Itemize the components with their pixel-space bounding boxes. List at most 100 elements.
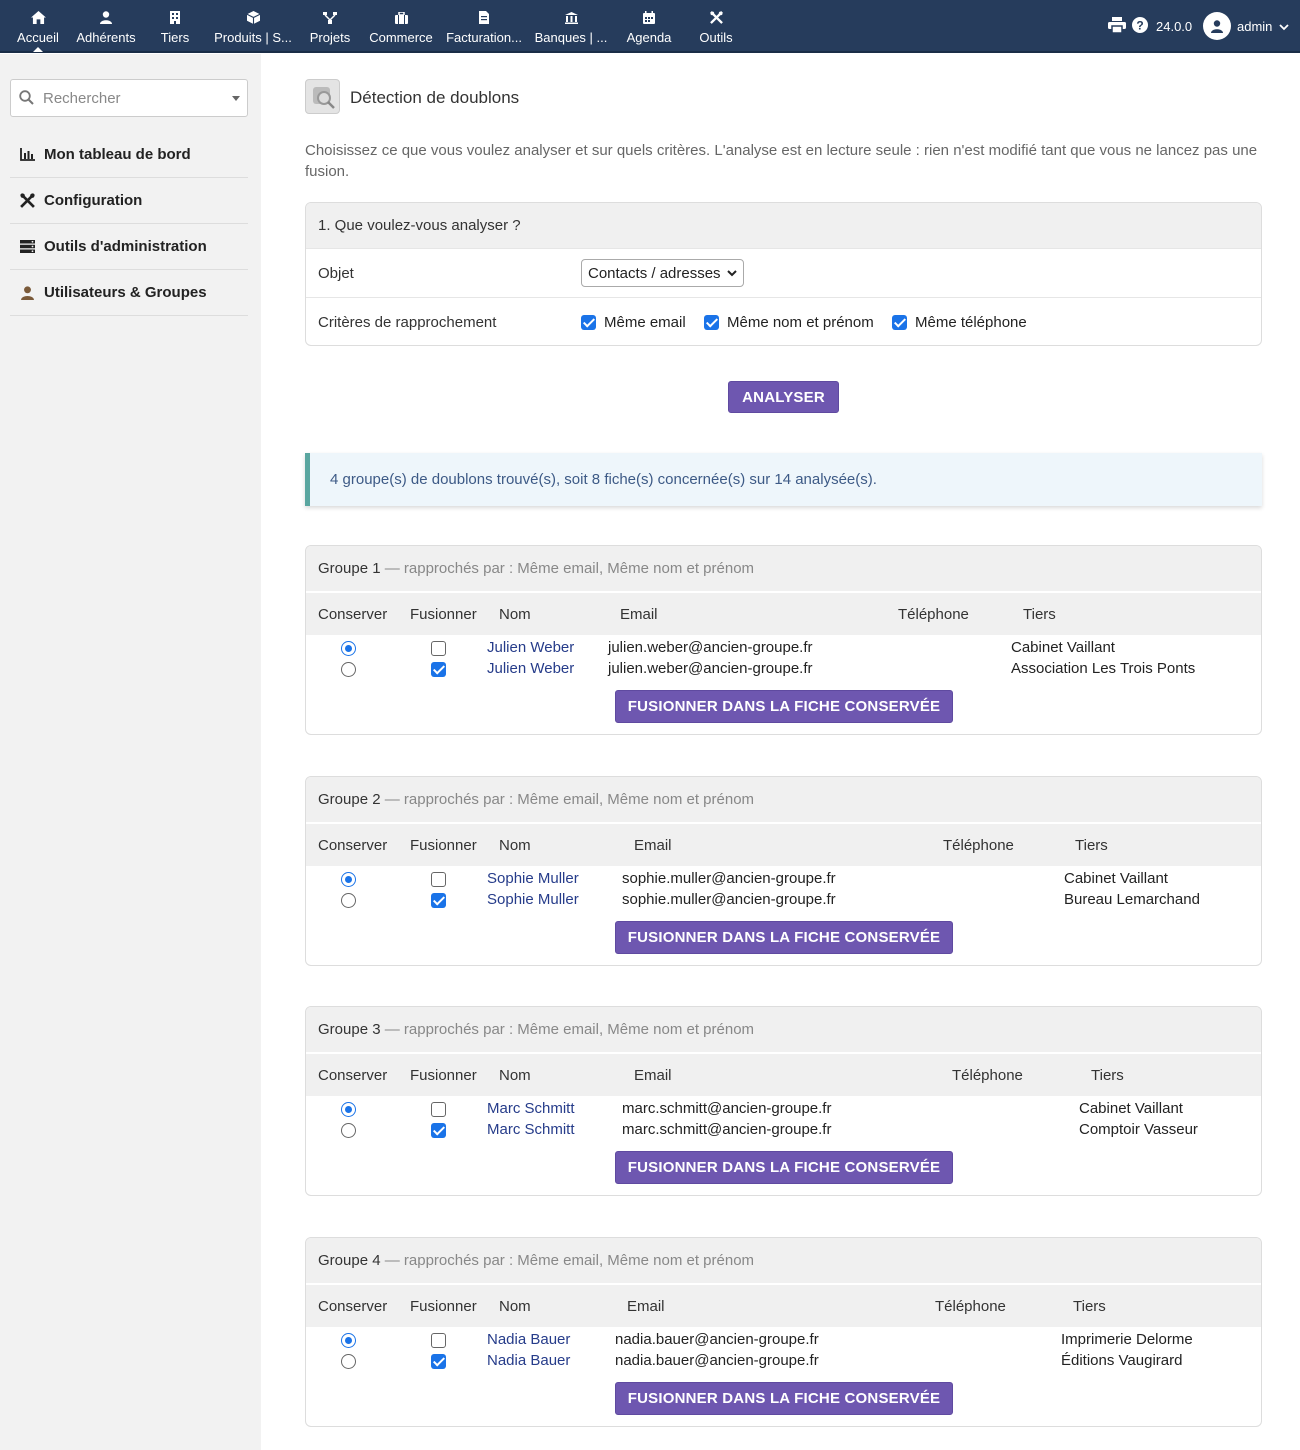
contact-name-link[interactable]: Sophie Muller — [487, 891, 579, 908]
duplicate-detection-icon — [305, 79, 340, 114]
nav-billing[interactable]: Facturation... — [443, 0, 525, 52]
col-thirdparty: Tiers — [1023, 606, 1056, 623]
contact-name-link[interactable]: Nadia Bauer — [487, 1331, 570, 1348]
merge-checkbox[interactable] — [431, 872, 446, 887]
intro-text: Choisissez ce que vous voulez analyser e… — [305, 142, 1258, 180]
keep-radio[interactable] — [341, 1333, 356, 1348]
merge-button[interactable]: FUSIONNER DANS LA FICHE CONSERVÉE — [615, 921, 953, 954]
nav-commerce[interactable]: Commerce — [367, 0, 435, 52]
username: admin — [1237, 18, 1273, 34]
col-phone: Téléphone — [898, 606, 969, 623]
top-navbar: Accueil Adhérents Tiers Produits | S... … — [0, 0, 1300, 53]
merge-checkbox[interactable] — [431, 1333, 446, 1348]
nav-projects[interactable]: Projets — [306, 0, 354, 52]
group-table-header: Conserver Fusionner Nom Email Téléphone Tiers — [306, 824, 1261, 866]
user-icon — [10, 285, 44, 300]
nav-agenda[interactable]: Agenda — [624, 0, 674, 52]
merge-checkbox[interactable] — [431, 662, 446, 677]
criterion-same-email[interactable]: Même email — [581, 314, 686, 331]
merge-checkbox[interactable] — [431, 641, 446, 656]
tools-icon — [708, 9, 724, 26]
contact-email: nadia.bauer@ancien-groupe.fr — [615, 1331, 819, 1348]
form-heading: 1. Que voulez-vous analyser ? — [306, 203, 1261, 248]
checkbox[interactable] — [581, 315, 596, 330]
sidebar-item-configuration[interactable]: Configuration — [10, 178, 248, 224]
merge-checkbox[interactable] — [431, 1354, 446, 1369]
nav-thirdparties[interactable]: Tiers — [155, 0, 195, 52]
object-select[interactable]: Contacts / adresses — [581, 259, 744, 287]
version-label: 24.0.0 — [1156, 18, 1193, 34]
merge-button[interactable]: FUSIONNER DANS LA FICHE CONSERVÉE — [615, 1382, 953, 1415]
group-table-header: Conserver Fusionner Nom Email Téléphone Tiers — [306, 1054, 1261, 1096]
group-heading: Groupe 3 — rapprochés par : Même email, … — [306, 1007, 1261, 1052]
col-merge: Fusionner — [410, 1298, 477, 1315]
nav-products[interactable]: Produits | S... — [212, 0, 294, 52]
sidebar-item-label: Utilisateurs & Groupes — [44, 284, 207, 301]
analyze-button[interactable]: ANALYSER — [728, 381, 839, 413]
contact-email: sophie.muller@ancien-groupe.fr — [622, 891, 836, 908]
group-title: Groupe 3 — [318, 1021, 381, 1038]
contact-name-link[interactable]: Marc Schmitt — [487, 1100, 575, 1117]
keep-radio[interactable] — [341, 1354, 356, 1369]
contact-name-link[interactable]: Julien Weber — [487, 660, 574, 677]
keep-radio[interactable] — [341, 662, 356, 677]
col-merge: Fusionner — [410, 606, 477, 623]
merge-checkbox[interactable] — [431, 1102, 446, 1117]
contact-name-link[interactable]: Marc Schmitt — [487, 1121, 575, 1138]
user-icon — [98, 9, 114, 26]
search-placeholder: Rechercher — [43, 90, 121, 107]
nav-label: Outils — [699, 30, 733, 45]
keep-radio[interactable] — [341, 893, 356, 908]
help-button[interactable]: ? — [1132, 0, 1148, 52]
contact-thirdparty: Cabinet Vaillant — [1064, 870, 1168, 887]
checkbox[interactable] — [892, 315, 907, 330]
merge-button[interactable]: FUSIONNER DANS LA FICHE CONSERVÉE — [615, 1151, 953, 1184]
merge-checkbox[interactable] — [431, 1123, 446, 1138]
nav-label: Banques | ... — [534, 30, 608, 45]
contact-thirdparty: Éditions Vaugirard — [1061, 1352, 1183, 1369]
merge-button[interactable]: FUSIONNER DANS LA FICHE CONSERVÉE — [615, 690, 953, 723]
col-merge: Fusionner — [410, 1067, 477, 1084]
keep-radio[interactable] — [341, 1123, 356, 1138]
contact-email: julien.weber@ancien-groupe.fr — [608, 660, 813, 677]
object-select-value: Contacts / adresses — [588, 264, 721, 282]
col-merge: Fusionner — [410, 837, 477, 854]
col-email: Email — [634, 837, 672, 854]
contact-email: nadia.bauer@ancien-groupe.fr — [615, 1352, 819, 1369]
tools-icon — [10, 193, 44, 208]
group-title: Groupe 1 — [318, 560, 381, 577]
col-keep: Conserver — [318, 606, 388, 623]
contact-name-link[interactable]: Nadia Bauer — [487, 1352, 570, 1369]
contact-name-link[interactable]: Julien Weber — [487, 639, 574, 656]
criterion-same-phone[interactable]: Même téléphone — [892, 314, 1027, 331]
sidebar-item-dashboard[interactable]: Mon tableau de bord — [10, 132, 248, 178]
chevron-down-icon — [232, 96, 240, 101]
checkbox[interactable] — [704, 315, 719, 330]
user-menu[interactable]: admin — [1203, 0, 1290, 52]
keep-radio[interactable] — [341, 641, 356, 656]
nav-banks[interactable]: Banques | ... — [531, 0, 611, 52]
calendar-icon — [641, 9, 657, 26]
col-phone: Téléphone — [952, 1067, 1023, 1084]
nav-label: Projets — [309, 30, 351, 45]
contact-thirdparty: Cabinet Vaillant — [1011, 639, 1115, 656]
contact-thirdparty: Association Les Trois Ponts — [1011, 660, 1196, 677]
criteria-label: Critères de rapprochement — [318, 314, 497, 331]
keep-radio[interactable] — [341, 872, 356, 887]
nav-label: Produits | S... — [214, 30, 292, 45]
nav-home[interactable]: Accueil — [14, 0, 62, 52]
col-name: Nom — [499, 1298, 531, 1315]
nav-members[interactable]: Adhérents — [72, 0, 140, 52]
col-keep: Conserver — [318, 1298, 388, 1315]
print-button[interactable] — [1108, 0, 1126, 52]
group-table-header: Conserver Fusionner Nom Email Téléphone Tiers — [306, 1285, 1261, 1327]
duplicate-group: Groupe 4 — rapprochés par : Même email, … — [305, 1237, 1262, 1427]
nav-tools[interactable]: Outils — [694, 0, 738, 52]
merge-checkbox[interactable] — [431, 893, 446, 908]
sidebar-item-admin-tools[interactable]: Outils d'administration — [10, 224, 248, 270]
contact-name-link[interactable]: Sophie Muller — [487, 870, 579, 887]
sidebar-item-users-groups[interactable]: Utilisateurs & Groupes — [10, 270, 248, 316]
search-input[interactable]: Rechercher — [10, 79, 248, 117]
keep-radio[interactable] — [341, 1102, 356, 1117]
criterion-same-name[interactable]: Même nom et prénom — [704, 314, 874, 331]
